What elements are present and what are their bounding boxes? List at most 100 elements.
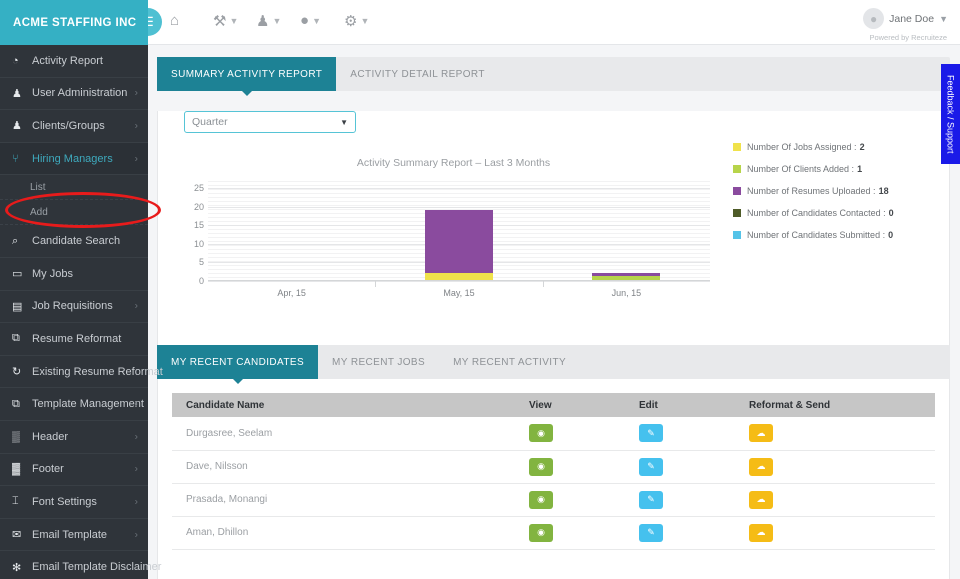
chart-bar-segment [425, 209, 493, 273]
sidebar-item-label: Hiring Managers [32, 152, 113, 165]
edit-button[interactable]: ✎ [639, 523, 663, 542]
sidebar-item-header[interactable]: ▒ Header › [0, 421, 148, 454]
legend-value: 18 [878, 186, 889, 196]
legend-value: 0 [888, 230, 894, 240]
view-button[interactable]: ◉ [529, 457, 553, 476]
view-cell: ◉ [515, 450, 625, 484]
view-button[interactable]: ◉ [529, 490, 553, 509]
gridline [208, 188, 710, 190]
view-cell: ◉ [515, 483, 625, 517]
search-icon: ⌕ [12, 234, 19, 247]
legend-swatch [733, 143, 741, 151]
sidebar-item-hiring-managers[interactable]: ⑂ Hiring Managers › [0, 142, 148, 176]
table-body: Durgasree, Seelam ◉ ✎ ☁ Dave, Nilsson ◉ ✎ ☁ Pras… [172, 417, 935, 550]
edit-button[interactable]: ✎ [639, 490, 663, 509]
recent-tabstrip: MY RECENT CANDIDATES MY RECENT JOBS MY REC… [157, 345, 950, 384]
document-icon: ▤ [12, 300, 23, 313]
legend-item: Number of Candidates Contacted :0 [733, 202, 894, 224]
brand-logo[interactable]: ACME STAFFING INC [0, 0, 148, 45]
chart-bar [592, 272, 661, 280]
period-select[interactable]: Quarter ▼ [184, 111, 356, 133]
reformat-send-button[interactable]: ☁ [749, 490, 773, 509]
sidebar-item-activity-report[interactable]: ◔ Activity Report [0, 45, 148, 78]
sidebar-item-label: Font Settings [32, 495, 97, 508]
avatar-icon: ● [863, 8, 885, 29]
chevron-right-icon: › [134, 153, 138, 165]
sidebar-item-footer[interactable]: ▓ Footer › [0, 454, 148, 487]
sidebar-item-existing-resume-reformat[interactable]: ↻ Existing Resume Reformat [0, 356, 163, 389]
text-height-icon: ⌶ [12, 495, 19, 508]
tab-my-recent-jobs[interactable]: MY RECENT JOBS [318, 345, 439, 379]
legend-item: Number Of Clients Added :1 [733, 158, 894, 180]
tab-my-recent-candidates[interactable]: MY RECENT CANDIDATES [157, 345, 319, 384]
sidebar-item-my-jobs[interactable]: ▭ My Jobs [0, 258, 148, 291]
view-cell: ◉ [515, 516, 625, 550]
user-icon[interactable]: ♟ ▼ [256, 12, 281, 30]
user-name: Jane Doe [889, 12, 935, 25]
reformat-send-button[interactable]: ☁ [749, 424, 773, 443]
home-icon[interactable]: ⌂ [170, 12, 179, 29]
brand-name: ACME STAFFING INC [13, 16, 137, 29]
legend-swatch [733, 187, 741, 195]
sidebar-item-candidate-search[interactable]: ⌕ Candidate Search [0, 225, 148, 258]
chevron-down-icon: ▼ [229, 16, 239, 26]
sidebar-subitem-list[interactable]: List [0, 175, 148, 201]
legend-label: Number Of Clients Added : [747, 164, 855, 174]
reformat-send-button[interactable]: ☁ [749, 523, 773, 542]
summary-report-panel: SUMMARY ACTIVITY REPORT ACTIVITY DETAIL R… [157, 57, 950, 385]
users-group-icon: ♟ [12, 120, 22, 133]
legend-label: Number of Candidates Contacted : [747, 208, 886, 218]
tab-label: ACTIVITY DETAIL REPORT [350, 68, 485, 80]
edit-button[interactable]: ✎ [639, 424, 663, 443]
candidate-name-cell: Prasada, Monangi [172, 483, 515, 517]
reformat-send-button[interactable]: ☁ [749, 457, 773, 476]
gears-icon[interactable]: ⚙ ▼ [344, 12, 369, 30]
edit-cell: ✎ [625, 450, 735, 484]
sidebar-item-clients-groups[interactable]: ♟ Clients/Groups › [0, 110, 148, 143]
gears-icon-glyph: ⚙ [344, 13, 358, 30]
view-button[interactable]: ◉ [529, 523, 553, 542]
sitemap-icon: ⑂ [12, 152, 19, 165]
view-cell: ◉ [515, 417, 625, 451]
reformat-cell: ☁ [735, 516, 935, 550]
user-menu[interactable]: ● Jane Doe ▼ [863, 8, 948, 29]
tab-my-recent-activity[interactable]: MY RECENT ACTIVITY [439, 345, 580, 379]
copy-files-icon: ⧉ [12, 332, 20, 345]
chevron-right-icon: › [134, 529, 138, 541]
reformat-cell: ☁ [735, 483, 935, 517]
gridline [208, 206, 710, 208]
y-tick-label: 0 [198, 276, 204, 286]
sidebar-item-job-requisitions[interactable]: ▤ Job Requisitions › [0, 291, 148, 324]
view-button[interactable]: ◉ [529, 424, 553, 443]
sidebar-item-label: Existing Resume Reformat [32, 365, 163, 378]
column-header: Reformat & Send [735, 393, 935, 417]
x-axis-tick [542, 281, 544, 287]
edit-cell: ✎ [625, 516, 735, 550]
wrench-icon[interactable]: ⚒ ▼ [213, 12, 238, 30]
chart-legend: Number Of Jobs Assigned :2 Number Of Clie… [733, 136, 894, 246]
table-row: Aman, Dhillon ◉ ✎ ☁ [172, 516, 935, 550]
legend-label: Number Of Jobs Assigned : [747, 142, 857, 152]
edit-button[interactable]: ✎ [639, 457, 663, 476]
sidebar-subitem-add[interactable]: Add [0, 200, 148, 226]
sidebar-item-template-management[interactable]: ⧉ Template Management › [0, 388, 148, 421]
sidebar-item-email-template[interactable]: ✉ Email Template › [0, 519, 148, 552]
y-tick-label: 20 [193, 201, 204, 212]
sidebar-item-label: Email Template Disclaimer [32, 561, 162, 574]
powered-by-label: Powered by Recruiteze [869, 33, 947, 42]
chat-icon[interactable]: ● ▼ [300, 12, 321, 29]
chevron-right-icon: › [134, 300, 138, 312]
sidebar-item-email-template-disclaimer[interactable]: ✻ Email Template Disclaimer [0, 551, 161, 579]
tab-label: MY RECENT JOBS [332, 356, 426, 368]
tab-activity-detail-report[interactable]: ACTIVITY DETAIL REPORT [336, 57, 499, 91]
sidebar-item-user-administration[interactable]: ♟ User Administration › [0, 78, 148, 111]
sidebar-item-font-settings[interactable]: ⌶ Font Settings › [0, 486, 148, 519]
column-header: Edit [625, 393, 735, 417]
activity-bar-chart: 0 5 10 15 20 25 Apr, 15 May, 15 Jun, 15 [180, 181, 710, 299]
table-row: Prasada, Monangi ◉ ✎ ☁ [172, 483, 935, 517]
feedback-support-tab[interactable]: Feedback / Support [941, 64, 960, 164]
caret-down-icon: ▼ [340, 117, 348, 127]
y-tick-label: 5 [198, 257, 204, 268]
sidebar-item-resume-reformat[interactable]: ⧉ Resume Reformat [0, 323, 148, 356]
tab-summary-activity-report[interactable]: SUMMARY ACTIVITY REPORT [157, 57, 337, 96]
